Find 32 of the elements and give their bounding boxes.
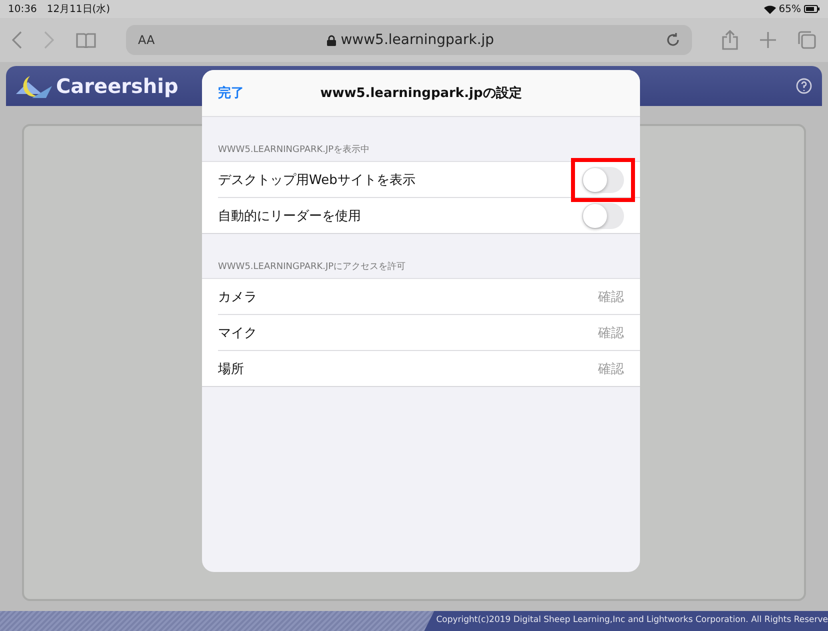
text-size-button[interactable]: AA [138, 33, 155, 47]
done-button[interactable]: 完了 [218, 84, 244, 102]
plus-icon[interactable] [760, 32, 776, 48]
permission-label: 場所 [218, 360, 245, 378]
site-logo: Careership [56, 74, 178, 98]
section-header: WWW5.LEARNINGPARK.JPを表示中 [217, 144, 371, 157]
help-icon[interactable] [796, 78, 812, 94]
tabs-icon[interactable] [798, 31, 816, 49]
back-icon[interactable] [12, 31, 22, 49]
book-icon[interactable] [76, 32, 96, 48]
wifi-icon [764, 4, 776, 14]
lock-icon [326, 34, 336, 46]
copyright-text: Copyright(c)2019 Digital Sheep Learning,Inc and Lightworks Corporation. All Rights Reserve [424, 611, 828, 631]
permission-value[interactable]: 確認 [598, 288, 624, 306]
battery-icon [804, 5, 820, 13]
permission-label: マイク [218, 324, 258, 342]
share-icon[interactable] [722, 30, 738, 50]
status-date: 12月11日(水) [46, 2, 110, 16]
setting-label: 自動的にリーダーを使用 [218, 208, 362, 224]
permission-value[interactable]: 確認 [598, 360, 624, 378]
setting-label: デスクトップ用Webサイトを表示 [218, 172, 416, 188]
section-header: WWW5.LEARNINGPARK.JPにアクセスを許可 [217, 260, 407, 274]
battery-percent: 65% [778, 4, 801, 14]
forward-icon[interactable] [44, 31, 54, 49]
status-time: 10:36 [8, 4, 37, 14]
toggle-switch[interactable] [582, 166, 624, 192]
permission-label: カメラ [218, 288, 258, 306]
popover-title: www5.learningpark.jpの設定 [320, 84, 522, 102]
reload-icon[interactable] [666, 33, 680, 47]
permission-value[interactable]: 確認 [598, 324, 624, 342]
url-text[interactable]: www5.learningpark.jp [340, 32, 494, 48]
toggle-switch[interactable] [582, 202, 624, 228]
